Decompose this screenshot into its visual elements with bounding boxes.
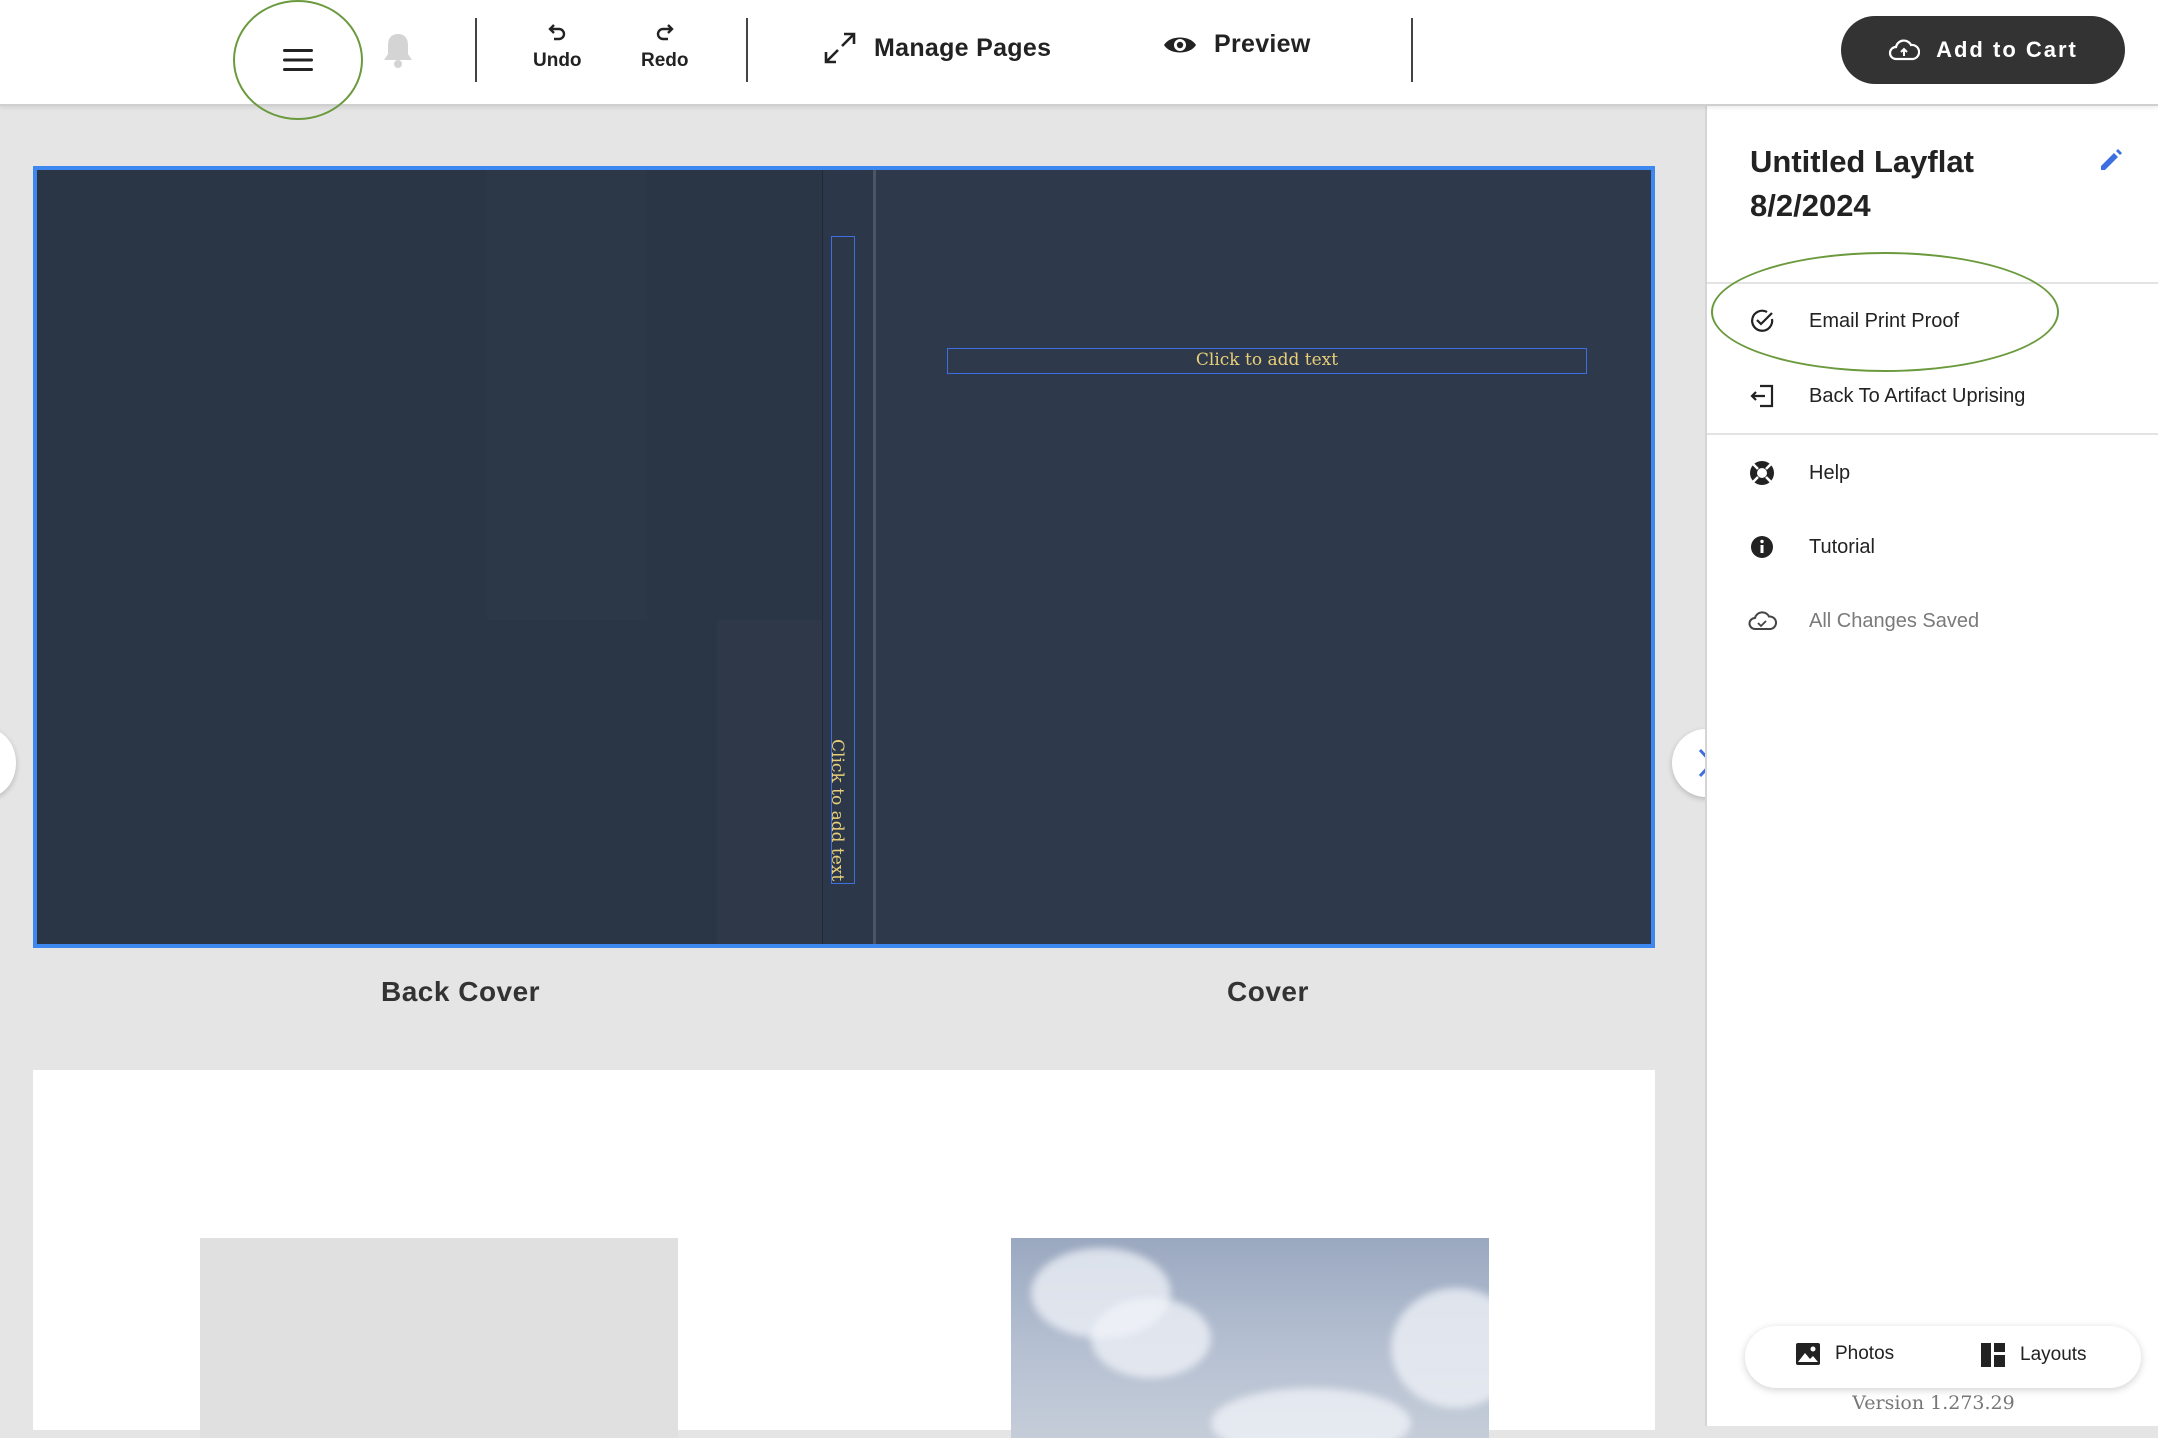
photos-label: Photos [1835, 1343, 1895, 1364]
bell-icon[interactable] [380, 30, 416, 70]
previous-page-button[interactable] [0, 729, 16, 797]
preview-label: Preview [1214, 30, 1311, 58]
redo-icon [656, 24, 674, 41]
manage-pages-label: Manage Pages [874, 33, 1052, 62]
photos-button[interactable]: Photos [1795, 1342, 1894, 1366]
bottom-panel-switcher: Photos Layouts [1745, 1326, 2141, 1388]
cloud-icon [1748, 611, 1777, 630]
eye-icon [1164, 37, 1196, 52]
back-to-artifact-uprising-item[interactable]: Back To Artifact Uprising [1747, 376, 2025, 416]
pencil-icon[interactable] [2097, 146, 2125, 174]
photo-placeholder[interactable] [200, 1238, 678, 1438]
cloud-shape [1211, 1388, 1411, 1438]
image-icon [1796, 1343, 1820, 1365]
top-toolbar: Undo Redo Manage Pages Preview Add to Ca… [0, 0, 2158, 120]
email-print-proof-item[interactable]: Email Print Proof [1747, 301, 1959, 341]
version-label: Version 1.273.29 [1852, 1392, 2015, 1414]
save-status-label: All Changes Saved [1809, 609, 1980, 632]
sidebar-divider [1707, 433, 2158, 435]
toolbar-divider [746, 18, 748, 82]
email-print-proof-label: Email Print Proof [1809, 309, 1960, 332]
tutorial-label: Tutorial [1809, 535, 1875, 558]
back-cover-label: Back Cover [381, 976, 541, 1007]
layouts-label: Layouts [2020, 1344, 2087, 1365]
spine-text-box[interactable]: Click to add text [827, 236, 855, 884]
help-item[interactable]: Help [1747, 453, 1850, 493]
back-to-artifact-uprising-label: Back To Artifact Uprising [1809, 384, 2026, 407]
help-label: Help [1809, 461, 1851, 484]
add-to-cart-button[interactable]: Add to Cart [1841, 16, 2125, 84]
project-title: Untitled Layflat 8/2/2024 [1750, 144, 1974, 223]
cover-spread[interactable]: Click to add text Click to add text [33, 166, 1655, 948]
cloud-shape [1391, 1288, 1489, 1408]
lifebuoy-icon [1750, 461, 1774, 485]
preview-button[interactable]: Preview [1162, 30, 1311, 59]
undo-icon [548, 24, 566, 41]
spine-fold [873, 170, 876, 944]
cover-shading [487, 170, 647, 620]
save-status-item: All Changes Saved [1747, 601, 1979, 641]
redo-button[interactable]: Redo [641, 20, 689, 72]
cover-text-placeholder: Click to add text [1195, 350, 1339, 370]
front-cover[interactable] [875, 170, 1651, 944]
cover-label: Cover [1227, 976, 1309, 1007]
sky-photo[interactable] [1011, 1238, 1489, 1438]
toolbar-divider [1411, 18, 1413, 82]
cloud-shape [1091, 1298, 1211, 1378]
check-circle-icon [1751, 309, 1774, 332]
add-to-cart-label: Add to Cart [1936, 37, 2078, 62]
page-spread[interactable] [33, 1070, 1655, 1438]
menu-button[interactable] [233, 0, 363, 120]
redo-label: Redo [641, 50, 689, 71]
cover-text-box[interactable]: Click to add text [947, 348, 1587, 374]
cover-shading [717, 620, 822, 944]
spine-text-placeholder: Click to add text [827, 738, 847, 881]
info-icon [1751, 536, 1773, 558]
undo-label: Undo [533, 50, 582, 71]
tutorial-item[interactable]: Tutorial [1747, 527, 1875, 567]
hamburger-icon [283, 49, 313, 71]
layout-icon [1981, 1343, 2005, 1367]
layouts-button[interactable]: Layouts [1980, 1342, 2087, 1368]
exit-icon [1750, 384, 1774, 408]
expand-icon [824, 32, 856, 64]
cloud-upload-icon [1889, 39, 1921, 61]
toolbar-divider [475, 18, 477, 82]
project-sidebar: Untitled Layflat 8/2/2024 Email Print Pr… [1705, 104, 2158, 1426]
undo-button[interactable]: Undo [533, 20, 582, 72]
manage-pages-button[interactable]: Manage Pages [822, 30, 1051, 66]
